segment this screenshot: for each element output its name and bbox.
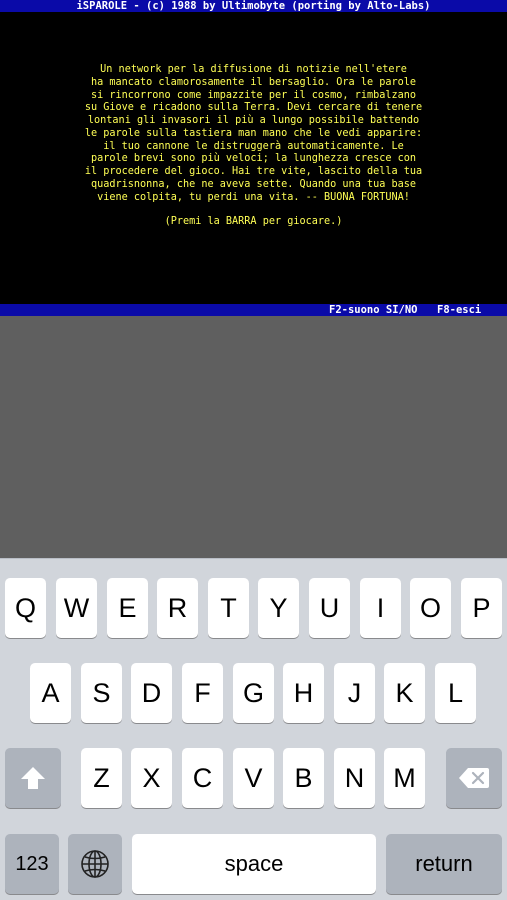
intro-line: su Giove e ricadono sulla Terra. Devi ce… [84, 102, 423, 114]
intro-line: le parole sulla tastiera man mano che le… [84, 127, 423, 139]
shift-icon [21, 767, 45, 789]
space-key[interactable]: space [132, 834, 376, 894]
delete-key[interactable] [446, 748, 502, 808]
intro-line: ha mancato clamorosamente il bersaglio. … [90, 76, 417, 88]
intro-line: quadrisnonna, che ne aveva sette. Quando… [90, 178, 417, 190]
key-n[interactable]: N [334, 748, 375, 808]
key-f[interactable]: F [182, 663, 223, 723]
intro-line: Un network per la diffusione di notizie … [100, 64, 407, 75]
intro-line: il procedere del gioco. Hai tre vite, la… [84, 166, 423, 177]
start-prompt: (Premi la BARRA per giocare.) [164, 216, 343, 227]
intro-line: il tuo cannone le distruggerà automatica… [103, 140, 404, 152]
intro-line: si rincorrono come impazzite per il cosm… [90, 89, 417, 101]
key-l[interactable]: L [435, 663, 476, 723]
numbers-key[interactable]: 123 [5, 834, 59, 894]
key-r[interactable]: R [157, 578, 198, 638]
intro-text: Un network per la diffusione di notizie … [0, 64, 507, 204]
shift-key[interactable] [5, 748, 61, 808]
key-z[interactable]: Z [81, 748, 122, 808]
intro-line: lontani gli invasori il più a lungo poss… [87, 115, 420, 126]
on-screen-keyboard: Q W E R T Y U I O P A S D F G H J K L Z … [0, 558, 507, 900]
key-h[interactable]: H [283, 663, 324, 723]
key-k[interactable]: K [384, 663, 425, 723]
key-j[interactable]: J [334, 663, 375, 723]
intro-line: viene colpita, tu perdi una vita. -- BUO… [97, 191, 410, 203]
status-bar: F2-suono SI/NO F8-esci [0, 304, 507, 316]
empty-area [0, 316, 507, 558]
key-u[interactable]: U [309, 578, 350, 638]
key-o[interactable]: O [410, 578, 451, 638]
key-i[interactable]: I [360, 578, 401, 638]
key-x[interactable]: X [131, 748, 172, 808]
intro-line: parole brevi sono più veloci; la lunghez… [90, 153, 417, 165]
key-y[interactable]: Y [258, 578, 299, 638]
title-bar: iSPAROLE - (c) 1988 by Ultimobyte (porti… [0, 0, 507, 12]
return-key[interactable]: return [386, 834, 502, 894]
key-s[interactable]: S [81, 663, 122, 723]
key-c[interactable]: C [182, 748, 223, 808]
delete-icon [459, 768, 489, 788]
globe-icon [81, 850, 109, 878]
game-screen[interactable]: Un network per la diffusione di notizie … [0, 12, 507, 304]
sound-toggle-hint[interactable]: F2-suono SI/NO [329, 304, 418, 316]
key-a[interactable]: A [30, 663, 71, 723]
key-e[interactable]: E [107, 578, 148, 638]
globe-key[interactable] [68, 834, 122, 894]
key-t[interactable]: T [208, 578, 249, 638]
key-v[interactable]: V [233, 748, 274, 808]
key-m[interactable]: M [384, 748, 425, 808]
key-p[interactable]: P [461, 578, 502, 638]
key-q[interactable]: Q [5, 578, 46, 638]
key-w[interactable]: W [56, 578, 97, 638]
exit-hint[interactable]: F8-esci [437, 304, 481, 316]
key-g[interactable]: G [233, 663, 274, 723]
key-d[interactable]: D [131, 663, 172, 723]
key-b[interactable]: B [283, 748, 324, 808]
